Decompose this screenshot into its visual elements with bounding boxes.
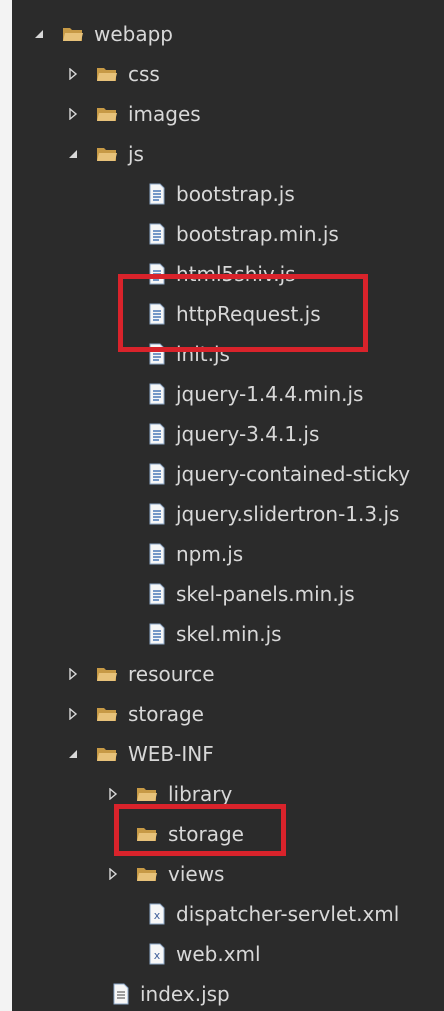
open-folder-icon bbox=[97, 148, 117, 161]
tree-item-label: skel-panels.min.js bbox=[176, 582, 355, 606]
tree-item-label: resource bbox=[128, 662, 215, 686]
collapsed-arrow-icon[interactable] bbox=[66, 667, 80, 681]
js-file-icon bbox=[149, 463, 165, 485]
tree-item-label: web.xml bbox=[176, 942, 261, 966]
tree-item-label: dispatcher-servlet.xml bbox=[176, 902, 400, 926]
js-file-icon bbox=[149, 623, 165, 645]
open-folder-icon bbox=[63, 28, 83, 41]
js-file-icon bbox=[149, 383, 165, 405]
collapsed-arrow-icon[interactable] bbox=[106, 787, 120, 801]
collapsed-arrow-icon[interactable] bbox=[66, 67, 80, 81]
tree-item-label: js bbox=[128, 142, 144, 166]
tree-item-label: images bbox=[128, 102, 201, 126]
js-file-icon bbox=[149, 223, 165, 245]
tree-item-label: index.jsp bbox=[140, 982, 230, 1006]
tree-item-js[interactable]: js bbox=[12, 134, 444, 174]
project-explorer-tree: webapp css images js bootstrap.js bootst… bbox=[0, 0, 444, 1011]
highlight-box-storage bbox=[114, 804, 286, 856]
collapsed-arrow-icon[interactable] bbox=[66, 707, 80, 721]
js-file-icon bbox=[149, 423, 165, 445]
tree-item-label: jquery-1.4.4.min.js bbox=[176, 382, 364, 406]
folder-icon bbox=[97, 668, 117, 681]
tree-item-js-file[interactable]: jquery-1.4.4.min.js bbox=[12, 374, 444, 414]
highlight-box-httprequest bbox=[118, 274, 368, 352]
tree-item-js-file[interactable]: skel.min.js bbox=[12, 614, 444, 654]
tree-item-index-jsp[interactable]: index.jsp bbox=[12, 974, 444, 1011]
expanded-arrow-icon[interactable] bbox=[66, 147, 80, 161]
expanded-arrow-icon[interactable] bbox=[66, 747, 80, 761]
tree-item-web-xml[interactable]: x web.xml bbox=[12, 934, 444, 974]
js-file-icon bbox=[149, 503, 165, 525]
js-file-icon bbox=[149, 583, 165, 605]
tree-item-js-file[interactable]: jquery-3.4.1.js bbox=[12, 414, 444, 454]
tree-item-js-file[interactable]: bootstrap.min.js bbox=[12, 214, 444, 254]
tree-item-label: css bbox=[128, 62, 160, 86]
svg-text:x: x bbox=[154, 909, 161, 922]
tree-item-images[interactable]: images bbox=[12, 94, 444, 134]
tree-item-resource[interactable]: resource bbox=[12, 654, 444, 694]
tree-item-label: views bbox=[168, 862, 225, 886]
tree-item-label: webapp bbox=[94, 22, 174, 46]
open-folder-icon bbox=[97, 748, 117, 761]
tree-item-label: WEB-INF bbox=[128, 742, 214, 766]
tree-item-dispatcher-servlet[interactable]: x dispatcher-servlet.xml bbox=[12, 894, 444, 934]
collapsed-arrow-icon[interactable] bbox=[106, 867, 120, 881]
tree-item-webapp[interactable]: webapp bbox=[12, 14, 444, 54]
folder-icon bbox=[137, 868, 157, 881]
collapsed-arrow-icon[interactable] bbox=[66, 107, 80, 121]
tree-item-css[interactable]: css bbox=[12, 54, 444, 94]
tree-item-js-file[interactable]: jquery-contained-sticky bbox=[12, 454, 444, 494]
tree-item-js-file[interactable]: npm.js bbox=[12, 534, 444, 574]
tree-item-label: jquery-3.4.1.js bbox=[176, 422, 320, 446]
folder-icon bbox=[97, 108, 117, 121]
tree-item-label: npm.js bbox=[176, 542, 244, 566]
xml-file-icon: x bbox=[149, 943, 165, 965]
expanded-arrow-icon[interactable] bbox=[32, 27, 46, 41]
tree-item-js-file[interactable]: bootstrap.js bbox=[12, 174, 444, 214]
js-file-icon bbox=[149, 543, 165, 565]
tree-item-label: bootstrap.js bbox=[176, 182, 295, 206]
folder-icon bbox=[137, 788, 157, 801]
svg-text:x: x bbox=[154, 949, 161, 962]
jsp-file-icon bbox=[113, 983, 129, 1005]
tree-item-js-file[interactable]: jquery.slidertron-1.3.js bbox=[12, 494, 444, 534]
tree-item-label: skel.min.js bbox=[176, 622, 282, 646]
tree-item-storage[interactable]: storage bbox=[12, 694, 444, 734]
tree-item-label: jquery-contained-sticky bbox=[176, 462, 411, 486]
folder-icon bbox=[97, 68, 117, 81]
tree-item-label: storage bbox=[128, 702, 204, 726]
tree-item-label: bootstrap.min.js bbox=[176, 222, 339, 246]
tree-item-js-file[interactable]: skel-panels.min.js bbox=[12, 574, 444, 614]
tree-item-web-inf[interactable]: WEB-INF bbox=[12, 734, 444, 774]
xml-file-icon: x bbox=[149, 903, 165, 925]
folder-icon bbox=[97, 708, 117, 721]
tree-item-label: jquery.slidertron-1.3.js bbox=[176, 502, 400, 526]
tree-item-views[interactable]: views bbox=[12, 854, 444, 894]
js-file-icon bbox=[149, 183, 165, 205]
